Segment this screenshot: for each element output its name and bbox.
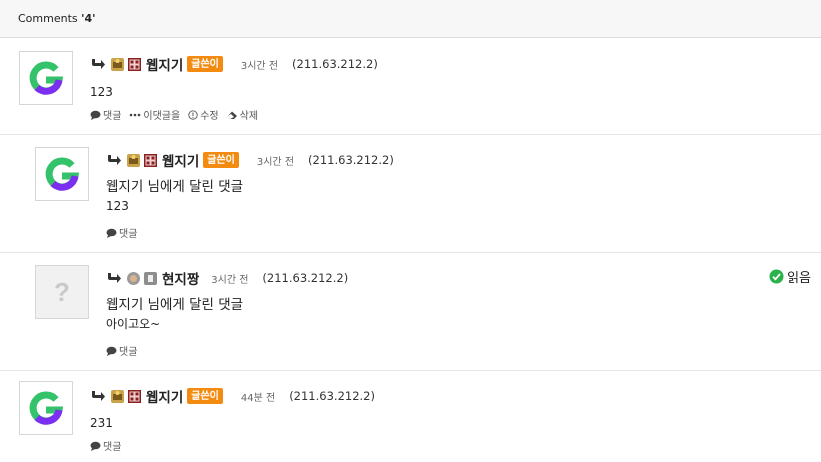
comment-ip: (211.63.212.2) — [292, 57, 378, 71]
level-icon — [111, 389, 124, 403]
level-icon — [127, 271, 140, 285]
avatar[interactable] — [19, 381, 73, 435]
check-circle-icon — [769, 269, 784, 284]
comments-count: '4' — [81, 12, 96, 25]
reply-mention: 웹지기 님에게 달린 댓글 — [106, 179, 244, 195]
comment-content: 231 — [90, 415, 113, 431]
avatar[interactable] — [35, 147, 89, 201]
grade-icon — [128, 389, 141, 403]
grade-icon — [144, 271, 157, 285]
reply-button[interactable]: 댓글 — [90, 107, 121, 122]
more-icon — [130, 113, 141, 116]
comment-bubble-icon — [90, 441, 101, 451]
g-logo-icon — [29, 61, 64, 95]
read-status: 읽음 — [769, 267, 811, 286]
edit-icon — [188, 109, 198, 120]
avatar[interactable]: ? — [35, 265, 89, 319]
comment-item: 웹지기 글쓴이 3시간 전 (211.63.212.2) 123 댓글 이댓글을… — [0, 39, 821, 134]
author-name[interactable]: 현지짱 — [162, 268, 199, 288]
comment-text: 123 — [106, 199, 129, 213]
comment-actions: 댓글 — [106, 343, 145, 358]
comment-content: 웹지기 님에게 달린 댓글 아이고오~ — [106, 297, 243, 332]
comment-meta: 웹지기 글쓴이 3시간 전 (211.63.212.2) — [90, 54, 378, 74]
reply-arrow-icon — [92, 59, 105, 69]
comment-meta: 웹지기 글쓴이 44분 전 (211.63.212.2) — [90, 386, 375, 406]
comment-text: 231 — [90, 416, 113, 430]
comments-header: Comments '4' — [0, 0, 821, 38]
comment-ip: (211.63.212.2) — [262, 271, 349, 285]
grade-icon — [144, 153, 157, 167]
reply-arrow-icon — [108, 273, 121, 283]
comment-text: 아이고오~ — [106, 317, 161, 331]
reply-arrow-icon — [92, 391, 105, 401]
comment-ip: (211.63.212.2) — [289, 389, 375, 403]
comment-meta: 현지짱 3시간 전 (211.63.212.2) — [106, 268, 348, 288]
author-name[interactable]: 웹지기 — [146, 386, 183, 406]
author-badge: 글쓴이 — [187, 388, 223, 404]
level-icon — [111, 57, 124, 71]
avatar-placeholder-icon: ? — [54, 276, 70, 307]
comment-actions: 댓글 이댓글을 수정 삭제 — [90, 107, 266, 122]
comment-time: 3시간 전 — [211, 274, 249, 286]
edit-button[interactable]: 수정 — [188, 107, 219, 122]
comment-actions: 댓글 — [106, 225, 145, 240]
author-name[interactable]: 웹지기 — [162, 150, 199, 170]
reply-button[interactable]: 댓글 — [106, 225, 137, 240]
comments-title: Comments '4' — [18, 12, 96, 25]
comment-time: 3시간 전 — [240, 60, 279, 72]
comment-time: 44분 전 — [240, 392, 276, 404]
delete-icon — [227, 111, 237, 119]
comment-meta: 웹지기 글쓴이 3시간 전 (211.63.212.2) — [106, 150, 394, 170]
comment-bubble-icon — [106, 228, 117, 238]
comment-actions: 댓글 — [90, 438, 129, 453]
reply-button[interactable]: 댓글 — [106, 343, 137, 358]
more-button[interactable]: 이댓글을 — [129, 107, 180, 122]
comment-ip: (211.63.212.2) — [308, 153, 394, 167]
delete-button[interactable]: 삭제 — [227, 107, 258, 122]
comment-content: 웹지기 님에게 달린 댓글 123 — [106, 179, 243, 214]
reply-comment-item: 웹지기 글쓴이 3시간 전 (211.63.212.2) 웹지기 님에게 달린 … — [0, 135, 821, 252]
avatar[interactable] — [19, 51, 73, 105]
comment-time: 3시간 전 — [256, 156, 295, 168]
reply-comment-item: ? 현지짱 3시간 전 (211.63.212.2) 읽음 웹지기 님에게 달린… — [0, 253, 821, 370]
grade-icon — [128, 57, 141, 71]
level-icon — [127, 153, 140, 167]
author-badge: 글쓴이 — [203, 152, 239, 168]
comment-bubble-icon — [90, 110, 101, 120]
reply-button[interactable]: 댓글 — [90, 438, 121, 453]
comment-content: 123 — [90, 84, 113, 100]
author-badge: 글쓴이 — [187, 56, 223, 72]
comment-bubble-icon — [106, 346, 117, 356]
author-name[interactable]: 웹지기 — [146, 54, 183, 74]
reply-arrow-icon — [108, 155, 121, 165]
comment-item: 웹지기 글쓴이 44분 전 (211.63.212.2) 231 댓글 — [0, 371, 821, 462]
g-logo-icon — [29, 391, 64, 425]
reply-mention: 웹지기 님에게 달린 댓글 — [106, 297, 244, 313]
comment-text: 123 — [90, 85, 113, 99]
g-logo-icon — [45, 157, 80, 191]
